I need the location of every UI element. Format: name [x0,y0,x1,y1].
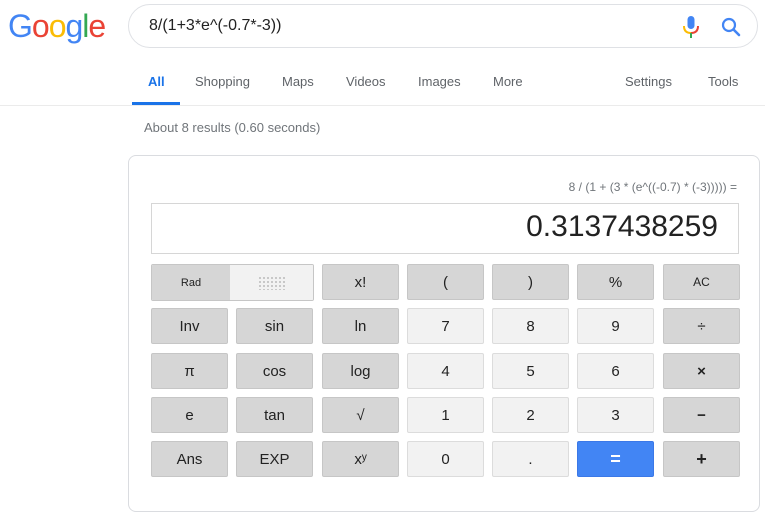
calculator-result: 0.3137438259 [526,210,718,243]
rad-button[interactable]: Rad [152,265,230,300]
minus-button[interactable]: − [663,397,740,433]
tab-maps[interactable]: Maps [282,74,314,89]
log-button[interactable]: log [322,353,399,389]
angle-mode-toggle[interactable]: Rad [151,264,314,301]
tab-more[interactable]: More [493,74,523,89]
calculator-card: 8 / (1 + (3 * (e^((-0.7) * (-3))))) = 0.… [128,155,760,512]
euler-button[interactable]: e [151,397,228,433]
decimal-button[interactable]: . [492,441,569,477]
close-paren-button[interactable]: ) [492,264,569,300]
open-paren-button[interactable]: ( [407,264,484,300]
tab-tools[interactable]: Tools [708,74,738,89]
digit-7-button[interactable]: 7 [407,308,484,344]
digit-5-button[interactable]: 5 [492,353,569,389]
dotted-grid-icon [258,275,286,290]
search-box [128,4,758,48]
digit-6-button[interactable]: 6 [577,353,654,389]
search-icon[interactable] [719,15,743,39]
digit-1-button[interactable]: 1 [407,397,484,433]
sqrt-button[interactable]: √ [322,397,399,433]
tan-button[interactable]: tan [236,397,313,433]
divide-button[interactable]: ÷ [663,308,740,344]
digit-8-button[interactable]: 8 [492,308,569,344]
tab-images[interactable]: Images [418,74,461,89]
logo-letter: e [88,8,106,44]
calculator-expression: 8 / (1 + (3 * (e^((-0.7) * (-3))))) = [568,180,737,194]
answer-button[interactable]: Ans [151,441,228,477]
active-tab-indicator [132,102,180,105]
google-logo[interactable]: Google [8,8,106,44]
equals-button[interactable]: = [577,441,654,477]
power-button[interactable]: xʸ [322,441,399,477]
tab-shopping[interactable]: Shopping [195,74,250,89]
plus-button[interactable]: + [663,441,740,477]
pi-button[interactable]: π [151,353,228,389]
exp-button[interactable]: EXP [236,441,313,477]
digit-4-button[interactable]: 4 [407,353,484,389]
digit-2-button[interactable]: 2 [492,397,569,433]
digit-3-button[interactable]: 3 [577,397,654,433]
cos-button[interactable]: cos [236,353,313,389]
multiply-button[interactable]: × [663,353,740,389]
deg-button[interactable] [230,265,313,300]
microphone-icon[interactable] [681,15,701,39]
tab-all[interactable]: All [148,74,165,89]
search-input[interactable] [149,13,649,39]
calculator-display: 0.3137438259 [151,203,739,254]
result-stats: About 8 results (0.60 seconds) [144,120,321,135]
tab-settings[interactable]: Settings [625,74,672,89]
digit-0-button[interactable]: 0 [407,441,484,477]
logo-letter: G [8,8,33,44]
sin-button[interactable]: sin [236,308,313,344]
logo-letter: g [65,8,83,44]
logo-letter: o [31,8,50,44]
digit-9-button[interactable]: 9 [577,308,654,344]
logo-letter: o [48,8,67,44]
factorial-button[interactable]: x! [322,264,399,300]
inverse-button[interactable]: Inv [151,308,228,344]
tab-videos[interactable]: Videos [346,74,386,89]
search-tabs: All Shopping Maps Videos Images More Set… [0,60,765,106]
all-clear-button[interactable]: AC [663,264,740,300]
ln-button[interactable]: ln [322,308,399,344]
percent-button[interactable]: % [577,264,654,300]
